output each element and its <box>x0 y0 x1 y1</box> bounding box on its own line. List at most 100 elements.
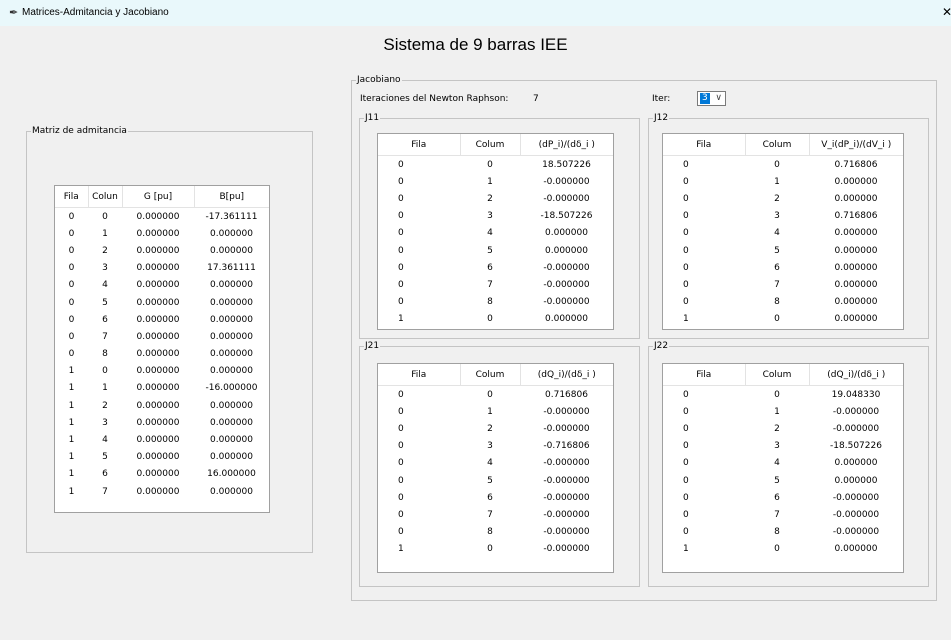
table-cell: -0.000000 <box>543 423 590 434</box>
column-header[interactable]: Colum <box>745 134 810 156</box>
column-header[interactable]: (dP_i)/(dδ_i ) <box>520 134 613 156</box>
column-header[interactable]: Fila <box>663 134 746 156</box>
table-row[interactable]: 0 8 -0.000000 <box>378 524 613 541</box>
column-header[interactable]: Colun <box>88 186 123 208</box>
table-cell: 1 <box>68 469 75 480</box>
table-cell: 0 <box>68 314 75 325</box>
table-row[interactable]: 1 5 0.000000 0.000000 <box>55 449 269 466</box>
close-button[interactable]: ✕ <box>942 5 951 19</box>
table-row[interactable]: 1 0 0.000000 0.000000 <box>55 363 269 380</box>
table-cell: 6 <box>102 469 108 480</box>
table-row[interactable]: 0 3 -18.507226 <box>663 438 903 455</box>
table-row[interactable]: 0 6 -0.000000 <box>378 259 613 276</box>
table-row[interactable]: 0 3 -18.507226 <box>378 208 613 225</box>
table-row[interactable]: 1 7 0.000000 0.000000 <box>55 483 269 500</box>
table-row[interactable]: 1 6 0.000000 16.000000 <box>55 466 269 483</box>
table-row[interactable]: 0 7 -0.000000 <box>663 506 903 523</box>
table-row[interactable]: 1 4 0.000000 0.000000 <box>55 431 269 448</box>
table-row[interactable]: 0 7 0.000000 <box>663 276 903 293</box>
table-row[interactable]: 0 1 -0.000000 <box>378 403 613 420</box>
table-cell: 1 <box>68 383 75 394</box>
table-row[interactable]: 1 3 0.000000 0.000000 <box>55 414 269 431</box>
table-row[interactable]: 0 5 0.000000 <box>378 242 613 259</box>
j11-table[interactable]: Fila Colum (dP_i)/(dδ_i ) 0 0 18.507226 0 1 -0.… <box>377 133 614 330</box>
table-row[interactable]: 0 6 0.000000 <box>663 259 903 276</box>
table-cell: 0 <box>398 211 404 222</box>
table-row[interactable]: 0 0 19.048330 <box>663 386 903 404</box>
iter-select[interactable]: 3 ∨ <box>697 91 726 106</box>
table-row[interactable]: 1 0 0.000000 <box>663 311 903 328</box>
table-row[interactable]: 0 4 -0.000000 <box>378 455 613 472</box>
column-header[interactable]: (dQ_i)/(dδ_i ) <box>809 364 903 386</box>
table-row[interactable]: 0 5 0.000000 <box>663 472 903 489</box>
table-row[interactable]: 0 6 -0.000000 <box>663 489 903 506</box>
table-cell: 5 <box>102 297 108 308</box>
table-row[interactable]: 0 3 0.000000 17.361111 <box>55 260 269 277</box>
column-header[interactable]: Colum <box>745 364 810 386</box>
table-row[interactable]: 0 8 0.000000 0.000000 <box>55 346 269 363</box>
table-row[interactable]: 0 5 -0.000000 <box>378 472 613 489</box>
table-row[interactable]: 0 2 -0.000000 <box>378 190 613 207</box>
table-row[interactable]: 0 2 -0.000000 <box>663 420 903 437</box>
table-row[interactable]: 0 8 0.000000 <box>663 294 903 311</box>
j12-table[interactable]: Fila Colum V_i(dP_i)/(dV_i ) 0 0 0.716806 0 1 0… <box>662 133 904 330</box>
feather-icon: ✒ <box>9 6 19 19</box>
table-row[interactable]: 0 6 0.000000 0.000000 <box>55 311 269 328</box>
column-header[interactable]: V_i(dP_i)/(dV_i ) <box>809 134 903 156</box>
column-header[interactable]: Colum <box>460 134 521 156</box>
table-row[interactable]: 0 1 0.000000 0.000000 <box>55 225 269 242</box>
table-cell: 0 <box>398 441 404 452</box>
table-row[interactable]: 0 8 -0.000000 <box>378 294 613 311</box>
column-header[interactable]: Colum <box>460 364 521 386</box>
table-row[interactable]: 0 2 0.000000 0.000000 <box>55 242 269 259</box>
table-cell: -0.000000 <box>832 509 880 520</box>
table-row[interactable]: 0 4 0.000000 0.000000 <box>55 277 269 294</box>
j22-table[interactable]: Fila Colum (dQ_i)/(dδ_i ) 0 0 19.048330 0 1 -0.… <box>662 363 904 573</box>
table-row[interactable]: 1 2 0.000000 0.000000 <box>55 397 269 414</box>
table-row[interactable]: 0 1 0.000000 <box>663 173 903 190</box>
chevron-down-icon[interactable]: ∨ <box>715 92 722 105</box>
table-row[interactable]: 1 0 0.000000 <box>378 311 613 328</box>
table-row[interactable]: 0 0 0.000000 -17.361111 <box>55 208 269 226</box>
table-row[interactable]: 0 4 0.000000 <box>663 455 903 472</box>
table-row[interactable]: 0 7 0.000000 0.000000 <box>55 328 269 345</box>
column-header[interactable]: Fila <box>378 134 461 156</box>
table-row[interactable]: 0 5 0.000000 <box>663 242 903 259</box>
table-cell: 0.000000 <box>834 314 878 325</box>
table-row[interactable]: 0 7 -0.000000 <box>378 276 613 293</box>
table-row[interactable]: 0 8 -0.000000 <box>663 524 903 541</box>
table-row[interactable]: 0 2 -0.000000 <box>378 420 613 437</box>
table-row[interactable]: 0 0 0.716806 <box>663 156 903 174</box>
admittance-table[interactable]: Fila Colun G [pu] B[pu] 0 0 0.000000 -17.36111… <box>54 185 270 513</box>
table-cell: 0 <box>398 228 404 239</box>
column-header[interactable]: B[pu] <box>194 186 269 208</box>
table-row[interactable]: 0 5 0.000000 0.000000 <box>55 294 269 311</box>
table-cell: 0 <box>398 245 404 256</box>
table-cell: 0.000000 <box>136 297 180 308</box>
column-header[interactable]: Fila <box>55 186 89 208</box>
table-row[interactable]: 0 4 0.000000 <box>663 225 903 242</box>
table-row[interactable]: 0 2 0.000000 <box>663 190 903 207</box>
column-header[interactable]: (dQ_i)/(dδ_i ) <box>520 364 613 386</box>
column-header[interactable]: Fila <box>378 364 461 386</box>
table-cell: 8 <box>102 349 108 360</box>
table-cell: 0.000000 <box>136 228 180 239</box>
table-row[interactable]: 0 3 -0.716806 <box>378 438 613 455</box>
column-header[interactable]: G [pu] <box>122 186 195 208</box>
table-row[interactable]: 0 6 -0.000000 <box>378 489 613 506</box>
table-row[interactable]: 0 7 -0.000000 <box>378 506 613 523</box>
table-cell: 0 <box>398 492 404 503</box>
j21-table[interactable]: Fila Colum (dQ_i)/(dδ_i ) 0 0 0.716806 0 1 -0.0… <box>377 363 614 573</box>
column-header[interactable]: Fila <box>663 364 746 386</box>
table-cell: -16.000000 <box>205 383 258 394</box>
table-cell: 1 <box>398 544 404 555</box>
table-row[interactable]: 0 1 -0.000000 <box>663 403 903 420</box>
table-row[interactable]: 0 1 -0.000000 <box>378 173 613 190</box>
table-row[interactable]: 0 3 0.716806 <box>663 208 903 225</box>
table-row[interactable]: 0 0 18.507226 <box>378 156 613 174</box>
table-row[interactable]: 1 0 0.000000 <box>663 541 903 558</box>
table-row[interactable]: 1 1 0.000000 -16.000000 <box>55 380 269 397</box>
table-row[interactable]: 1 0 -0.000000 <box>378 541 613 558</box>
table-row[interactable]: 0 0 0.716806 <box>378 386 613 404</box>
table-row[interactable]: 0 4 0.000000 <box>378 225 613 242</box>
